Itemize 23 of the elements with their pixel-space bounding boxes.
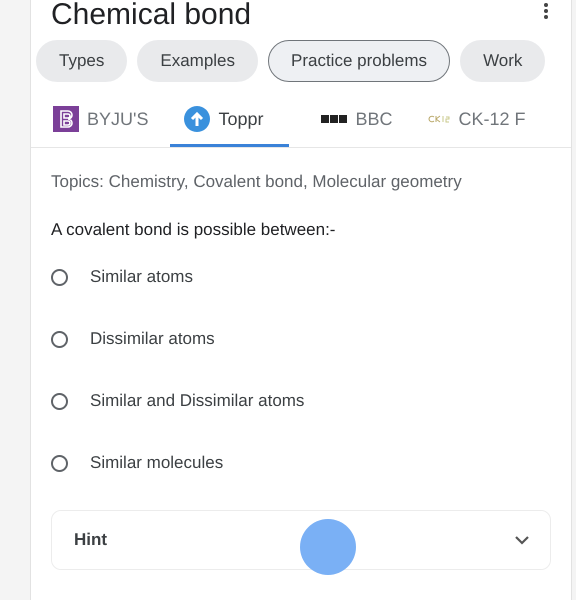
more-menu-icon[interactable]	[543, 2, 549, 20]
answer-option[interactable]: Similar molecules	[51, 432, 224, 494]
source-tab[interactable]: BBC	[319, 100, 394, 147]
logo-icon	[426, 114, 450, 124]
filter-chip[interactable]: Work	[460, 40, 546, 82]
answer-option[interactable]: Similar and Dissimilar atoms	[51, 370, 304, 432]
radio-button[interactable]	[51, 268, 68, 286]
radio-button[interactable]	[51, 330, 68, 348]
topics-text: Topics: Chemistry, Covalent bond, Molecular geometry	[51, 172, 463, 192]
logo-icon	[321, 115, 348, 123]
source-tab[interactable]: CK-12 F	[424, 100, 528, 147]
source-tab[interactable]: BYJU'S	[51, 100, 150, 147]
answer-option[interactable]: Dissimilar atoms	[51, 308, 215, 370]
filter-chip[interactable]: Examples	[137, 40, 258, 82]
radio-button[interactable]	[51, 392, 68, 410]
answer-option[interactable]: Similar atoms	[51, 246, 193, 308]
card-title: Chemical bond	[51, 0, 252, 31]
filter-chip[interactable]: Types	[36, 40, 128, 82]
logo-icon	[53, 106, 79, 132]
filter-chip[interactable]: Practice problems	[268, 40, 450, 82]
question-text: A covalent bond is possible between:-	[51, 220, 336, 240]
radio-button[interactable]	[51, 454, 68, 472]
source-tab[interactable]: Toppr	[170, 100, 290, 147]
